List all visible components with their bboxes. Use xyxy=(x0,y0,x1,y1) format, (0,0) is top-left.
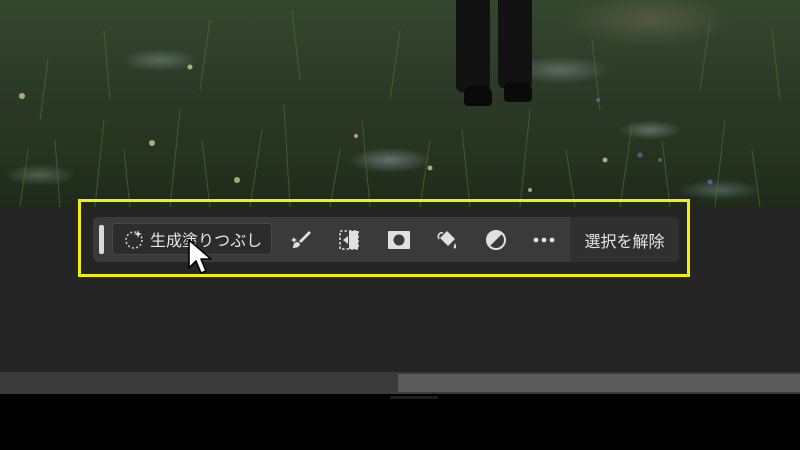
mouse-cursor-icon xyxy=(188,239,212,274)
grass-texture xyxy=(19,9,781,207)
highlight-frame xyxy=(78,199,690,277)
bottom-bar xyxy=(0,394,800,450)
scrollbar-thumb[interactable] xyxy=(398,374,800,392)
horizontal-scrollbar[interactable] xyxy=(0,372,800,394)
person-legs xyxy=(452,0,542,115)
bottom-handle xyxy=(390,396,438,399)
photo-canvas[interactable] xyxy=(0,0,800,207)
app-window: 生成塗りつぶし 選択を解除 xyxy=(0,0,800,450)
